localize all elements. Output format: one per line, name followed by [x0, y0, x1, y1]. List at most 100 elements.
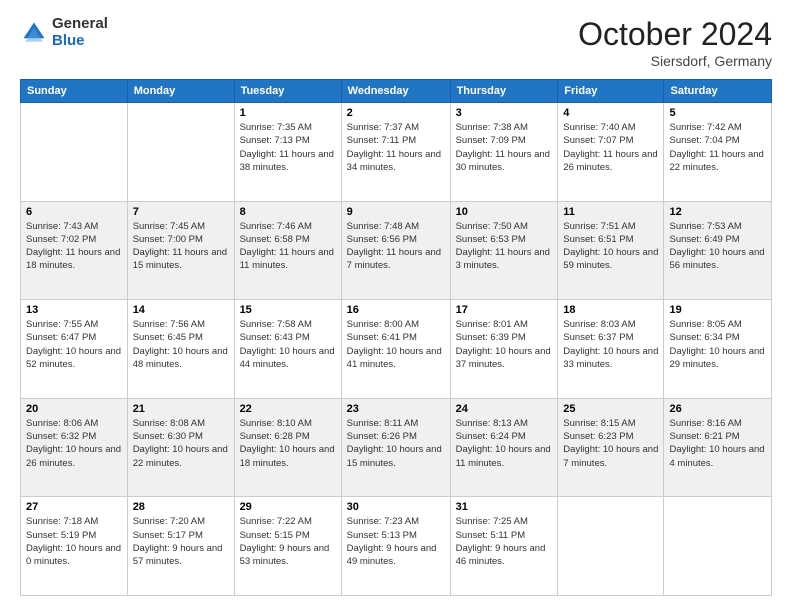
day-number: 12 [669, 206, 766, 218]
calendar-cell: 11Sunrise: 7:51 AMSunset: 6:51 PMDayligh… [558, 201, 664, 300]
day-info: Sunrise: 7:40 AMSunset: 7:07 PMDaylight:… [563, 121, 658, 174]
day-info: Sunrise: 7:25 AMSunset: 5:11 PMDaylight:… [456, 515, 553, 568]
day-info: Sunrise: 7:56 AMSunset: 6:45 PMDaylight:… [133, 318, 229, 371]
calendar-cell: 24 Sunrise: 8:13 AMSunset: 6:24 PMDayligh… [450, 398, 558, 497]
day-number: 8 [240, 206, 336, 218]
day-info: Sunrise: 8:11 AMSunset: 6:26 PMDaylight:… [347, 417, 445, 470]
day-number: 22 [240, 403, 336, 415]
day-number: 3 [456, 107, 553, 119]
logo: General Blue [20, 16, 108, 49]
day-info: Sunrise: 7:20 AMSunset: 5:17 PMDaylight:… [133, 515, 229, 568]
title-block: October 2024 Siersdorf, Germany [578, 16, 772, 69]
calendar-cell: 13 Sunrise: 7:55 AMSunset: 6:47 PMDayligh… [21, 300, 128, 399]
day-info: Sunrise: 8:06 AMSunset: 6:32 PMDaylight:… [26, 417, 122, 470]
day-info: Sunrise: 7:50 AMSunset: 6:53 PMDaylight:… [456, 220, 553, 273]
day-info: Sunrise: 8:01 AMSunset: 6:39 PMDaylight:… [456, 318, 553, 371]
day-number: 6 [26, 206, 122, 218]
day-number: 26 [669, 403, 766, 415]
day-info: Sunrise: 7:23 AMSunset: 5:13 PMDaylight:… [347, 515, 445, 568]
calendar-cell: 21Sunrise: 8:08 AMSunset: 6:30 PMDayligh… [127, 398, 234, 497]
calendar-cell: 29 Sunrise: 7:22 AMSunset: 5:15 PMDayligh… [234, 497, 341, 596]
day-number: 24 [456, 403, 553, 415]
calendar-header: SundayMondayTuesdayWednesdayThursdayFrid… [21, 80, 772, 103]
day-info: Sunrise: 8:13 AMSunset: 6:24 PMDaylight:… [456, 417, 553, 470]
day-info: Sunrise: 7:53 AMSunset: 6:49 PMDaylight:… [669, 220, 766, 273]
day-number: 7 [133, 206, 229, 218]
day-info: Sunrise: 8:00 AMSunset: 6:41 PMDaylight:… [347, 318, 445, 371]
calendar-cell: 2 Sunrise: 7:37 AMSunset: 7:11 PMDaylight… [341, 103, 450, 202]
day-info: Sunrise: 8:05 AMSunset: 6:34 PMDaylight:… [669, 318, 766, 371]
month-title: October 2024 [578, 16, 772, 53]
day-info: Sunrise: 7:43 AMSunset: 7:02 PMDaylight:… [26, 220, 122, 273]
calendar-cell [558, 497, 664, 596]
week-row-3: 13 Sunrise: 7:55 AMSunset: 6:47 PMDayligh… [21, 300, 772, 399]
day-number: 16 [347, 304, 445, 316]
calendar-cell: 17 Sunrise: 8:01 AMSunset: 6:39 PMDayligh… [450, 300, 558, 399]
day-number: 2 [347, 107, 445, 119]
day-number: 30 [347, 501, 445, 513]
calendar-cell: 3 Sunrise: 7:38 AMSunset: 7:09 PMDaylight… [450, 103, 558, 202]
day-info: Sunrise: 7:48 AMSunset: 6:56 PMDaylight:… [347, 220, 445, 273]
day-number: 5 [669, 107, 766, 119]
day-info: Sunrise: 7:55 AMSunset: 6:47 PMDaylight:… [26, 318, 122, 371]
day-number: 11 [563, 206, 658, 218]
header-day-wednesday: Wednesday [341, 80, 450, 103]
calendar-cell: 20Sunrise: 8:06 AMSunset: 6:32 PMDayligh… [21, 398, 128, 497]
day-info: Sunrise: 8:15 AMSunset: 6:23 PMDaylight:… [563, 417, 658, 470]
day-number: 13 [26, 304, 122, 316]
day-info: Sunrise: 7:35 AMSunset: 7:13 PMDaylight:… [240, 121, 336, 174]
week-row-5: 27Sunrise: 7:18 AMSunset: 5:19 PMDayligh… [21, 497, 772, 596]
calendar-cell: 16 Sunrise: 8:00 AMSunset: 6:41 PMDayligh… [341, 300, 450, 399]
calendar-cell: 31 Sunrise: 7:25 AMSunset: 5:11 PMDayligh… [450, 497, 558, 596]
calendar-cell: 15Sunrise: 7:58 AMSunset: 6:43 PMDayligh… [234, 300, 341, 399]
calendar-cell: 23 Sunrise: 8:11 AMSunset: 6:26 PMDayligh… [341, 398, 450, 497]
header-day-friday: Friday [558, 80, 664, 103]
calendar-cell: 19 Sunrise: 8:05 AMSunset: 6:34 PMDayligh… [664, 300, 772, 399]
calendar-cell [127, 103, 234, 202]
calendar-cell [664, 497, 772, 596]
week-row-2: 6 Sunrise: 7:43 AMSunset: 7:02 PMDaylight… [21, 201, 772, 300]
calendar-cell: 18Sunrise: 8:03 AMSunset: 6:37 PMDayligh… [558, 300, 664, 399]
day-number: 23 [347, 403, 445, 415]
day-number: 19 [669, 304, 766, 316]
day-info: Sunrise: 7:37 AMSunset: 7:11 PMDaylight:… [347, 121, 445, 174]
day-number: 4 [563, 107, 658, 119]
week-row-4: 20Sunrise: 8:06 AMSunset: 6:32 PMDayligh… [21, 398, 772, 497]
day-info: Sunrise: 8:16 AMSunset: 6:21 PMDaylight:… [669, 417, 766, 470]
day-number: 25 [563, 403, 658, 415]
calendar-cell: 4 Sunrise: 7:40 AMSunset: 7:07 PMDaylight… [558, 103, 664, 202]
header: General Blue October 2024 Siersdorf, Ger… [20, 16, 772, 69]
page: General Blue October 2024 Siersdorf, Ger… [0, 0, 792, 612]
day-info: Sunrise: 7:38 AMSunset: 7:09 PMDaylight:… [456, 121, 553, 174]
calendar-cell: 30 Sunrise: 7:23 AMSunset: 5:13 PMDayligh… [341, 497, 450, 596]
calendar-cell: 1 Sunrise: 7:35 AMSunset: 7:13 PMDaylight… [234, 103, 341, 202]
calendar-cell: 14Sunrise: 7:56 AMSunset: 6:45 PMDayligh… [127, 300, 234, 399]
calendar-cell: 8 Sunrise: 7:46 AMSunset: 6:58 PMDaylight… [234, 201, 341, 300]
calendar-cell: 6 Sunrise: 7:43 AMSunset: 7:02 PMDaylight… [21, 201, 128, 300]
day-number: 31 [456, 501, 553, 513]
logo-blue: Blue [52, 33, 108, 50]
header-day-thursday: Thursday [450, 80, 558, 103]
day-number: 28 [133, 501, 229, 513]
day-info: Sunrise: 7:45 AMSunset: 7:00 PMDaylight:… [133, 220, 229, 273]
calendar-cell: 25 Sunrise: 8:15 AMSunset: 6:23 PMDayligh… [558, 398, 664, 497]
day-info: Sunrise: 8:10 AMSunset: 6:28 PMDaylight:… [240, 417, 336, 470]
day-number: 29 [240, 501, 336, 513]
header-day-tuesday: Tuesday [234, 80, 341, 103]
calendar-cell: 12 Sunrise: 7:53 AMSunset: 6:49 PMDayligh… [664, 201, 772, 300]
calendar-cell: 9 Sunrise: 7:48 AMSunset: 6:56 PMDaylight… [341, 201, 450, 300]
day-info: Sunrise: 7:42 AMSunset: 7:04 PMDaylight:… [669, 121, 766, 174]
week-row-1: 1 Sunrise: 7:35 AMSunset: 7:13 PMDaylight… [21, 103, 772, 202]
day-info: Sunrise: 7:22 AMSunset: 5:15 PMDaylight:… [240, 515, 336, 568]
location: Siersdorf, Germany [578, 53, 772, 69]
calendar-cell [21, 103, 128, 202]
calendar-cell: 10Sunrise: 7:50 AMSunset: 6:53 PMDayligh… [450, 201, 558, 300]
calendar-table: SundayMondayTuesdayWednesdayThursdayFrid… [20, 79, 772, 596]
day-number: 17 [456, 304, 553, 316]
day-info: Sunrise: 7:46 AMSunset: 6:58 PMDaylight:… [240, 220, 336, 273]
calendar-cell: 7 Sunrise: 7:45 AMSunset: 7:00 PMDaylight… [127, 201, 234, 300]
day-number: 9 [347, 206, 445, 218]
header-day-sunday: Sunday [21, 80, 128, 103]
calendar-cell: 22 Sunrise: 8:10 AMSunset: 6:28 PMDayligh… [234, 398, 341, 497]
day-number: 1 [240, 107, 336, 119]
